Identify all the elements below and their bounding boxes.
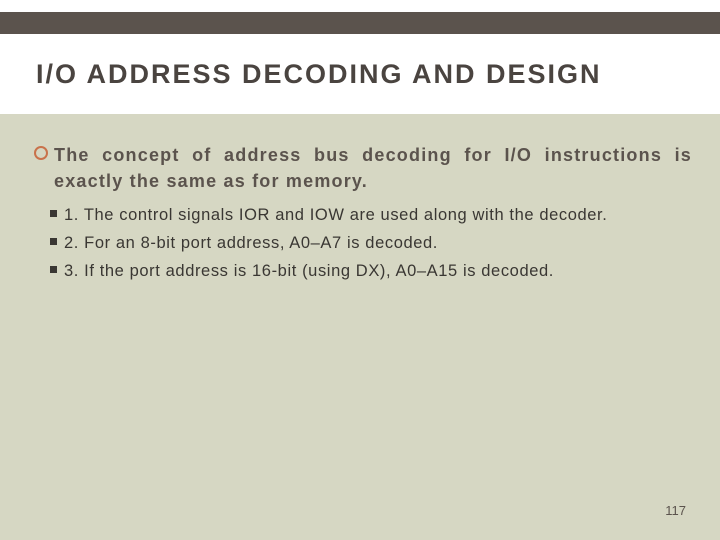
bullet-text: 2. For an 8-bit port address, A0–A7 is d… <box>64 234 438 252</box>
list-item: 3. If the port address is 16-bit (using … <box>34 260 692 284</box>
list-item: 2. For an 8-bit port address, A0–A7 is d… <box>34 232 692 256</box>
title-band <box>0 12 720 34</box>
square-bullet-icon <box>50 210 57 217</box>
title-area: I/O ADDRESS DECODING AND DESIGN <box>0 34 720 114</box>
list-item: 1. The control signals IOR and IOW are u… <box>34 204 692 228</box>
lead-paragraph: The concept of address bus decoding for … <box>34 142 692 194</box>
circle-bullet-icon <box>34 146 48 160</box>
content-area: The concept of address bus decoding for … <box>34 142 692 288</box>
bullet-text: 1. The control signals IOR and IOW are u… <box>64 206 607 224</box>
square-bullet-icon <box>50 266 57 273</box>
slide: I/O ADDRESS DECODING AND DESIGN The conc… <box>0 0 720 540</box>
top-strip <box>0 0 720 12</box>
lead-text: The concept of address bus decoding for … <box>54 145 692 191</box>
page-title: I/O ADDRESS DECODING AND DESIGN <box>36 59 602 90</box>
page-number: 117 <box>665 503 686 518</box>
bullet-text: 3. If the port address is 16-bit (using … <box>64 262 554 280</box>
square-bullet-icon <box>50 238 57 245</box>
